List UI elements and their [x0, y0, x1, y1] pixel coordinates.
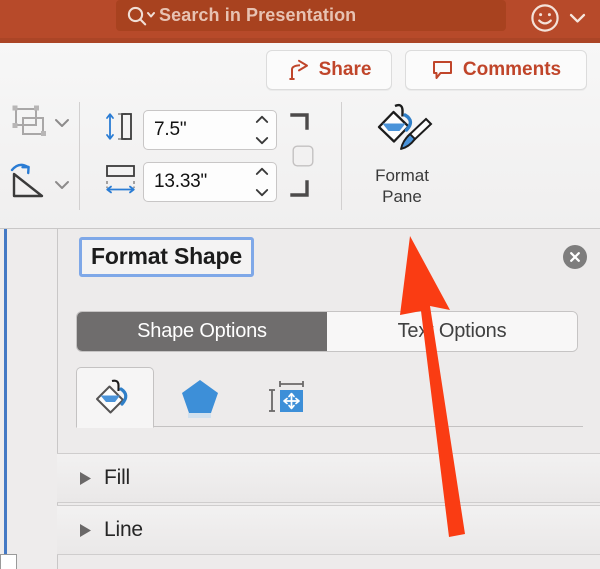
shape-height-value: 7.5" [154, 119, 187, 140]
fill-and-line-icon [96, 379, 128, 413]
icon-tab-size-and-properties[interactable] [248, 367, 324, 426]
triangle-right-icon [80, 523, 91, 537]
shape-width-icon [106, 165, 135, 194]
shape-width-stepper[interactable] [254, 167, 270, 197]
section-row-line[interactable]: Line [57, 505, 600, 555]
section-label-fill: Fill [104, 466, 131, 489]
tab-shape-options[interactable]: Shape Options [77, 312, 327, 351]
crop-corner-bottom-icon [290, 178, 312, 203]
tab-text-options-label: Text Options [397, 320, 507, 342]
chevron-down-icon[interactable] [255, 136, 269, 145]
account-menu[interactable] [528, 1, 586, 35]
panel-close-button[interactable] [563, 245, 587, 269]
chevron-down-icon [55, 181, 69, 189]
slide-edge [4, 229, 7, 569]
share-button[interactable]: Share [266, 50, 392, 90]
comments-button[interactable]: Comments [405, 50, 587, 90]
workspace: Format Shape Shape Options Text Options [0, 229, 600, 569]
top-search-bar: Search in Presentation [0, 0, 600, 38]
shape-height-label [103, 110, 139, 149]
search-placeholder: Search in Presentation [159, 5, 357, 25]
chevron-down-icon [55, 119, 69, 127]
share-button-label: Share [318, 59, 372, 80]
square-button-icon [292, 145, 314, 167]
format-pane-label: Format Pane [375, 165, 429, 207]
icon-tab-fill-and-line[interactable] [76, 367, 154, 428]
chevron-up-icon[interactable] [255, 115, 269, 124]
chevron-down-icon[interactable] [255, 188, 269, 197]
search-icon [127, 6, 155, 25]
ribbon-tools-row: 7.5" 13.33" [0, 98, 600, 228]
tab-shape-options-label: Shape Options [137, 320, 267, 342]
panel-icon-tab-group [76, 367, 583, 428]
icon-tab-effects[interactable] [162, 367, 238, 426]
ribbon-share-row: Share Comments [0, 43, 600, 95]
comments-button-label: Comments [462, 59, 562, 80]
shape-height-input[interactable]: 7.5" [143, 110, 277, 150]
chevron-up-icon[interactable] [255, 167, 269, 176]
arrange-dropdown-button[interactable] [54, 116, 70, 134]
crop-corner-top-icon [290, 112, 312, 137]
shape-width-label [103, 162, 139, 201]
page-title: Format Shape [91, 243, 242, 269]
ribbon-divider [79, 102, 80, 210]
format-pane-label-line1: Format [375, 166, 429, 185]
smiley-face-icon [531, 4, 559, 32]
tab-text-options[interactable]: Text Options [327, 312, 577, 351]
app-window: Search in Presentation Share Comments 7.… [0, 0, 600, 569]
resize-handle-icon[interactable] [0, 554, 17, 569]
paint-bucket-brush-icon [377, 103, 433, 150]
shape-height-stepper[interactable] [254, 115, 270, 145]
section-row-fill[interactable]: Fill [57, 453, 600, 503]
close-circle-icon [570, 252, 580, 262]
ribbon: Share Comments 7.5" 13.33" Format Pane [0, 43, 600, 229]
shape-height-icon [106, 113, 132, 140]
rotate-shape-button[interactable] [8, 160, 52, 207]
panel-title-box[interactable]: Format Shape [79, 237, 254, 277]
search-input[interactable]: Search in Presentation [116, 0, 506, 31]
rotate-shape-icon [10, 163, 44, 198]
share-arrow-icon [288, 59, 308, 80]
size-dialog-button[interactable] [292, 145, 314, 172]
arrange-objects-button[interactable] [9, 104, 51, 149]
format-pane-button[interactable]: Format Pane [352, 101, 452, 209]
effects-pentagon-icon [182, 379, 218, 418]
panel-tab-group: Shape Options Text Options [76, 311, 578, 352]
chevron-down-icon [569, 13, 586, 23]
format-pane-label-line2: Pane [382, 187, 422, 206]
triangle-right-icon [80, 471, 91, 485]
section-label-line: Line [104, 518, 143, 541]
arrange-objects-icon [12, 105, 46, 136]
shape-width-value: 13.33" [154, 171, 208, 192]
comment-bubble-icon [432, 61, 452, 79]
rotate-dropdown-button[interactable] [54, 178, 70, 196]
ribbon-divider [341, 102, 342, 210]
size-and-properties-icon [269, 380, 304, 412]
shape-width-input[interactable]: 13.33" [143, 162, 277, 202]
